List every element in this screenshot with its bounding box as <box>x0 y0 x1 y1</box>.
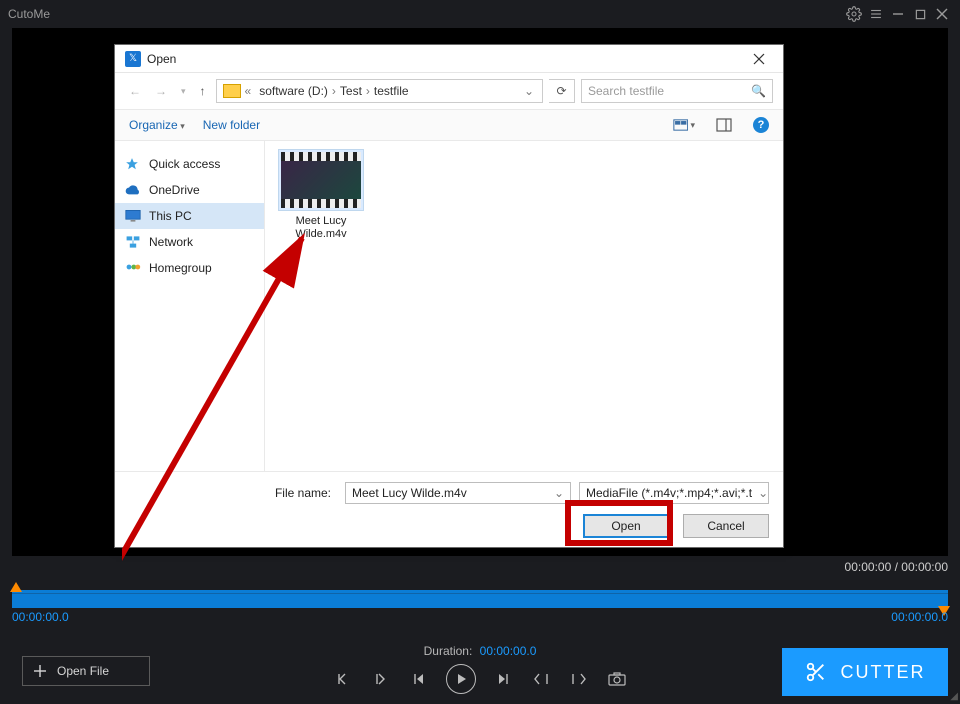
cancel-button[interactable]: Cancel <box>683 514 769 538</box>
timeline-start-label: 00:00:00.0 <box>12 610 69 624</box>
refresh-icon[interactable]: ⟳ <box>549 79 575 103</box>
sidebar-item-this-pc[interactable]: This PC <box>115 203 264 229</box>
open-file-button[interactable]: Open File <box>22 656 150 686</box>
view-mode-icon[interactable]: ▾ <box>673 115 695 135</box>
file-type-select[interactable]: MediaFile (*.m4v;*.mp4;*.avi;*.t ⌄ <box>579 482 769 504</box>
preview-pane-icon[interactable] <box>713 115 735 135</box>
cloud-icon <box>125 183 141 197</box>
sidebar-item-onedrive[interactable]: OneDrive <box>115 177 264 203</box>
app-titlebar: CutoMe <box>0 0 960 28</box>
open-file-label: Open File <box>57 664 109 678</box>
nav-back-icon[interactable]: ← <box>125 82 145 100</box>
close-icon[interactable] <box>932 4 952 24</box>
folder-icon <box>223 84 241 98</box>
next-frame-icon[interactable] <box>492 668 514 690</box>
bottom-bar: Open File Duration: 00:00:00.0 CUTTER <box>0 642 960 704</box>
maximize-icon[interactable] <box>910 4 930 24</box>
breadcrumb-seg-2[interactable]: Test <box>336 84 366 98</box>
open-button[interactable]: Open <box>583 514 669 538</box>
step-bracket2-icon[interactable] <box>568 668 590 690</box>
time-readout: 00:00:00 / 00:00:00 <box>845 560 948 574</box>
dialog-footer: File name: Meet Lucy Wilde.m4v ⌄ MediaFi… <box>115 471 783 552</box>
menu-icon[interactable] <box>866 4 886 24</box>
timeline-start-marker[interactable] <box>10 582 22 592</box>
current-time: 00:00:00 <box>845 560 892 574</box>
duration-value: 00:00:00.0 <box>480 644 537 658</box>
play-button[interactable] <box>446 664 476 694</box>
breadcrumb-dropdown-icon[interactable]: ⌄ <box>518 84 540 98</box>
minimize-icon[interactable] <box>888 4 908 24</box>
duration-label: Duration: 00:00:00.0 <box>424 644 537 658</box>
file-name: Meet Lucy Wilde.m4v <box>273 215 369 241</box>
dialog-nav: ← → ▾ ↑ « software (D:)› Test› testfile … <box>115 73 783 109</box>
chevron-down-icon[interactable]: ⌄ <box>758 486 768 500</box>
nav-forward-icon[interactable]: → <box>151 82 171 100</box>
help-icon[interactable]: ? <box>753 117 769 133</box>
star-icon <box>125 157 141 171</box>
total-time: 00:00:00 <box>901 560 948 574</box>
nav-recent-icon[interactable]: ▾ <box>177 84 190 99</box>
timeline[interactable]: 00:00:00.0 00:00:00.0 <box>12 590 948 608</box>
timeline-end-label: 00:00:00.0 <box>891 610 948 624</box>
search-icon: 🔍 <box>751 84 766 98</box>
scissors-icon <box>805 661 827 683</box>
dialog-body: Quick access OneDrive This PC Network Ho… <box>115 141 783 471</box>
app-window: CutoMe 00:00:00 / 00:00:00 00:00:00.0 00… <box>0 0 960 704</box>
new-folder-button[interactable]: New folder <box>203 118 260 132</box>
dialog-titlebar: 𝕏 Open <box>115 45 783 73</box>
app-title: CutoMe <box>8 7 50 21</box>
nav-up-icon[interactable]: ↑ <box>196 82 210 100</box>
settings-icon[interactable] <box>844 4 864 24</box>
sidebar-item-network[interactable]: Network <box>115 229 264 255</box>
chevron-down-icon[interactable]: ⌄ <box>554 486 564 500</box>
search-input[interactable]: Search testfile 🔍 <box>581 79 773 103</box>
file-open-dialog: 𝕏 Open ← → ▾ ↑ « software (D:)› Test› te… <box>114 44 784 548</box>
video-thumbnail <box>278 149 364 211</box>
file-list[interactable]: Meet Lucy Wilde.m4v <box>265 141 783 471</box>
mark-out-icon[interactable] <box>370 668 392 690</box>
prev-frame-icon[interactable] <box>408 668 430 690</box>
dialog-sidebar: Quick access OneDrive This PC Network Ho… <box>115 141 265 471</box>
dialog-app-icon: 𝕏 <box>125 51 141 67</box>
breadcrumb-seg-3[interactable]: testfile <box>370 84 413 98</box>
sidebar-item-quick-access[interactable]: Quick access <box>115 151 264 177</box>
dialog-close-icon[interactable] <box>745 48 773 70</box>
timeline-track[interactable] <box>12 590 948 608</box>
dialog-title: Open <box>147 52 176 66</box>
mark-in-icon[interactable] <box>332 668 354 690</box>
plus-icon <box>33 664 47 678</box>
network-icon <box>125 235 141 249</box>
transport-controls <box>332 664 628 694</box>
search-placeholder: Search testfile <box>588 84 664 98</box>
sidebar-item-homegroup[interactable]: Homegroup <box>115 255 264 281</box>
snapshot-icon[interactable] <box>606 668 628 690</box>
step-bracket-icon[interactable] <box>530 668 552 690</box>
filename-label: File name: <box>129 486 337 500</box>
file-item[interactable]: Meet Lucy Wilde.m4v <box>273 149 369 241</box>
cutter-label: CUTTER <box>841 662 926 683</box>
homegroup-icon <box>125 261 141 275</box>
breadcrumb[interactable]: « software (D:)› Test› testfile ⌄ <box>216 79 543 103</box>
monitor-icon <box>125 209 141 223</box>
filename-input[interactable]: Meet Lucy Wilde.m4v ⌄ <box>345 482 571 504</box>
cutter-button[interactable]: CUTTER <box>782 648 948 696</box>
dialog-toolbar: Organize New folder ▾ ? <box>115 109 783 141</box>
organize-button[interactable]: Organize <box>129 118 185 132</box>
breadcrumb-seg-1[interactable]: software (D:) <box>255 84 332 98</box>
